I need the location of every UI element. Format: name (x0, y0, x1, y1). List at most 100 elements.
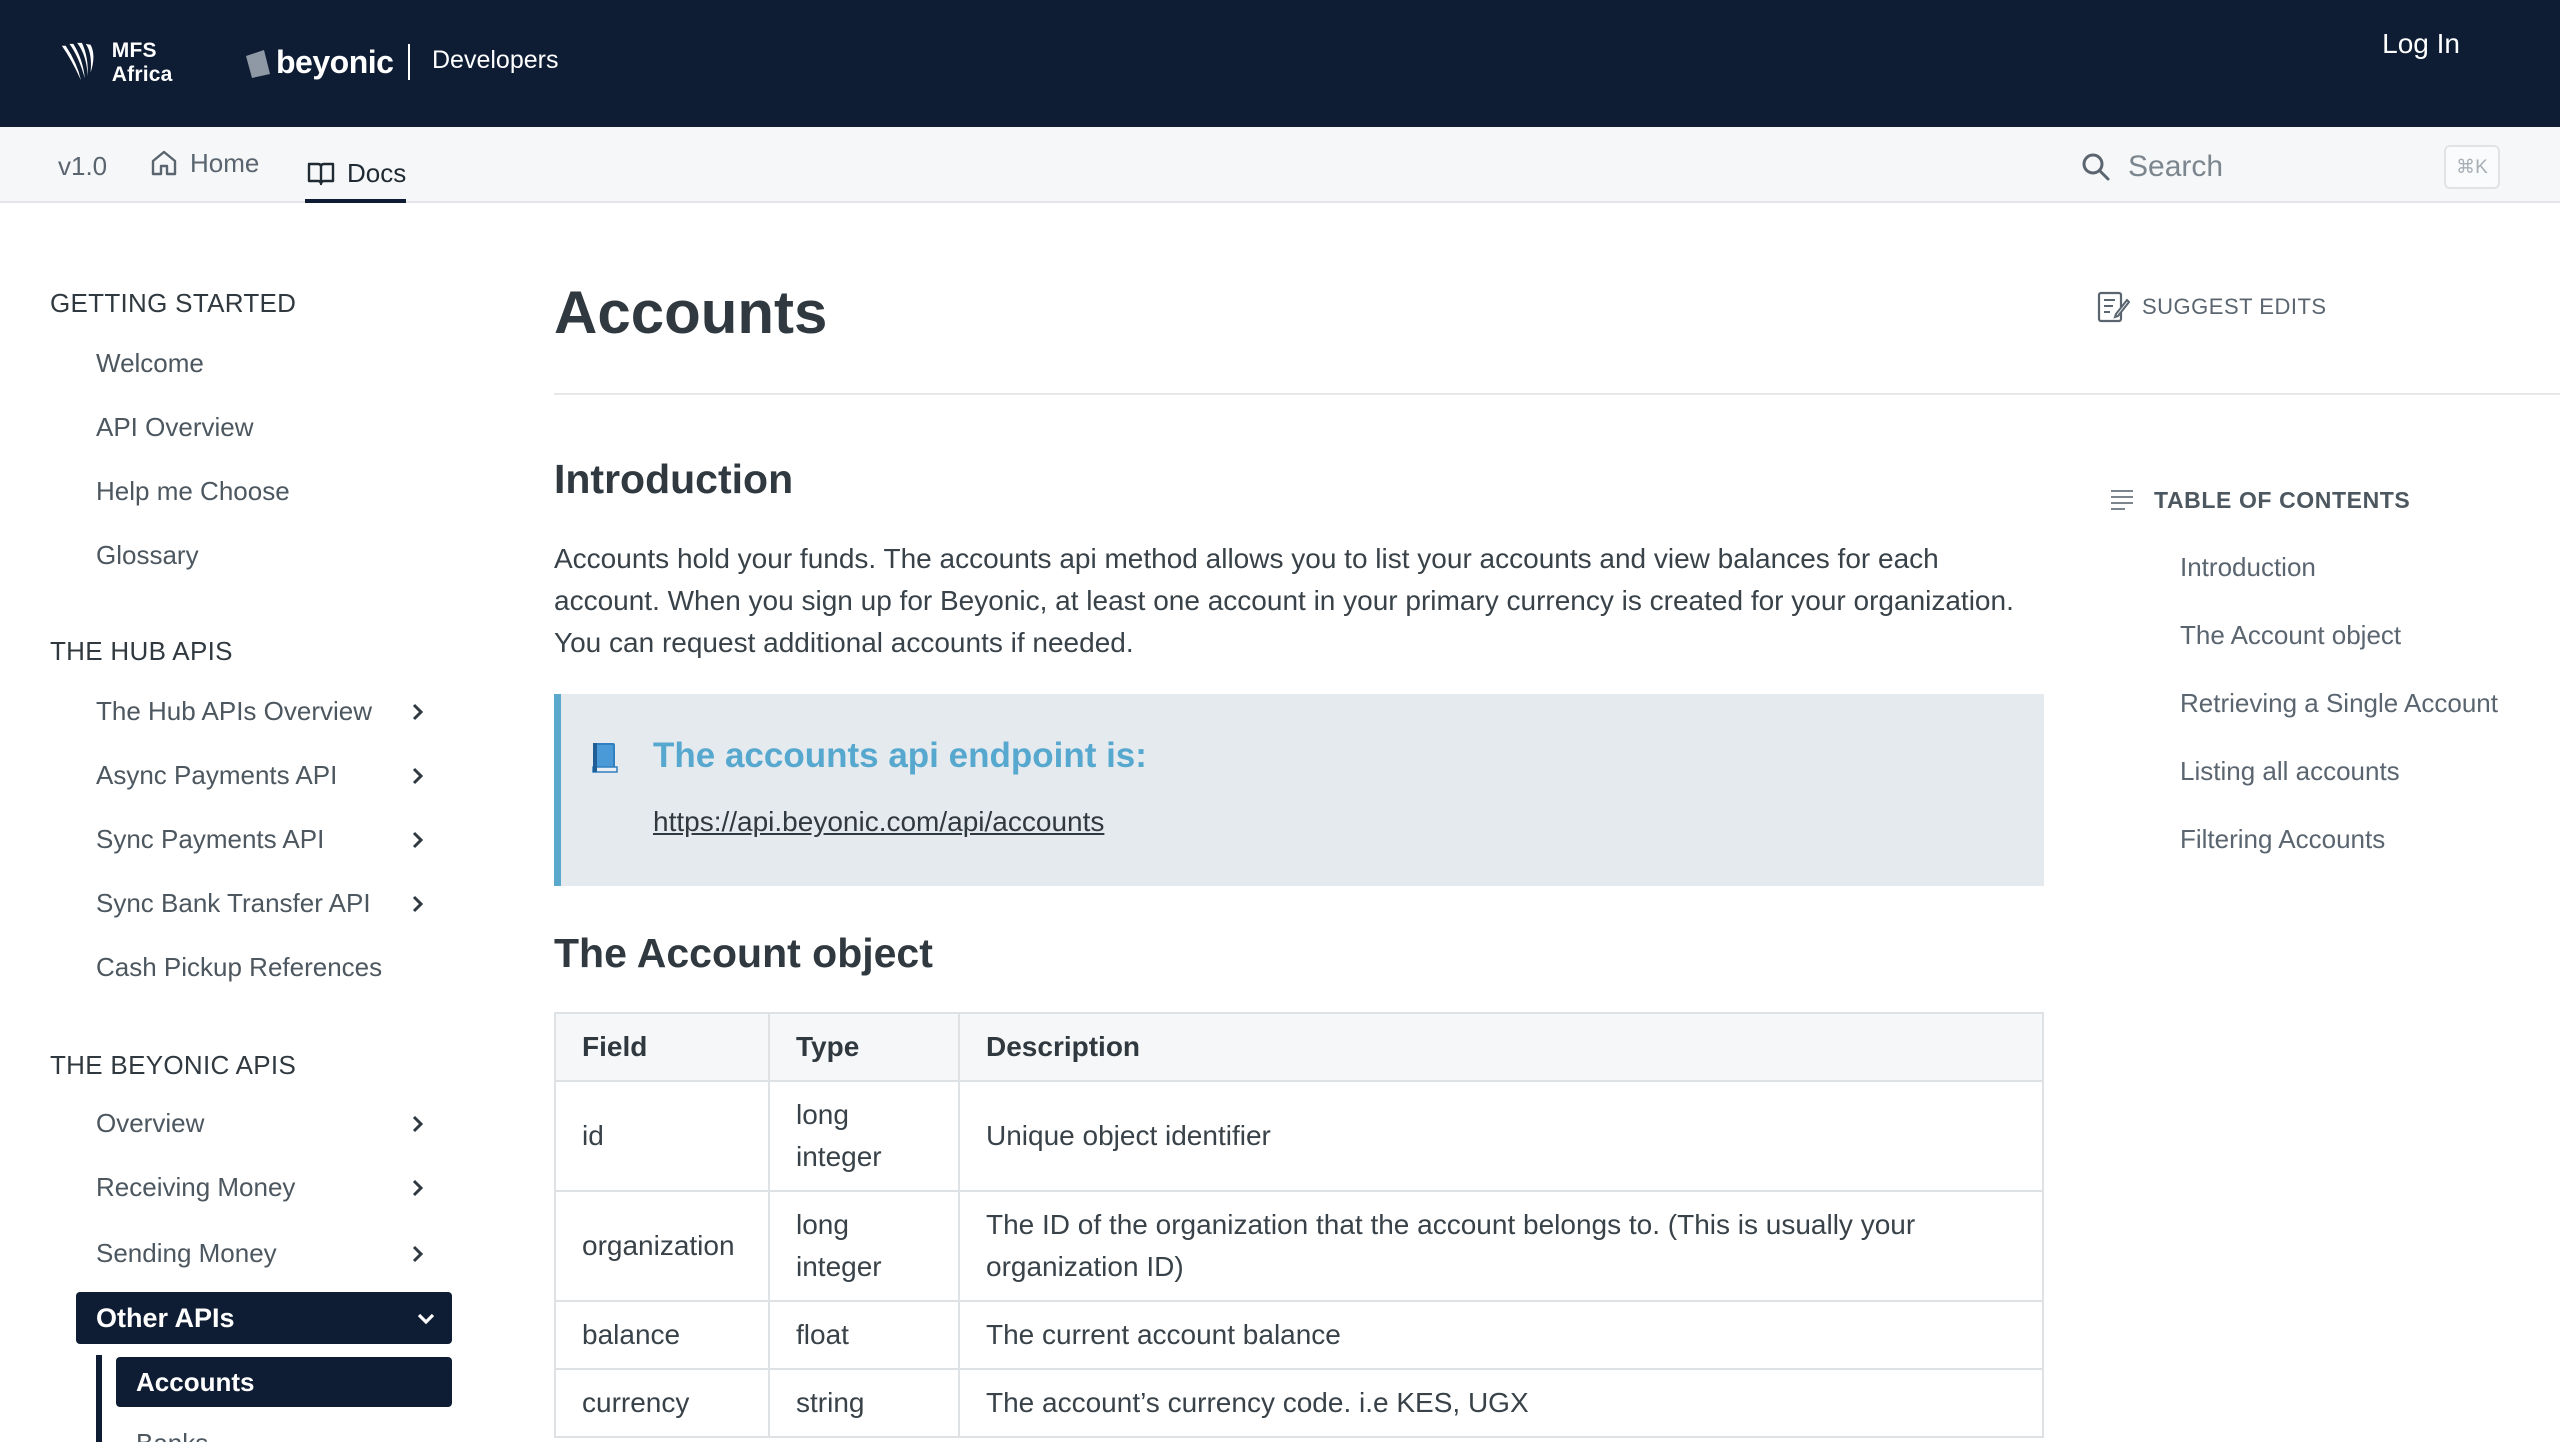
sidebar-item-accounts[interactable]: Accounts (116, 1357, 452, 1407)
beyonic-logo[interactable]: beyonic (244, 38, 394, 86)
chevron-right-icon (412, 831, 424, 848)
chevron-right-icon (412, 1179, 424, 1196)
table-cell: Unique object identifier (958, 1080, 2044, 1192)
beyonic-mark-icon (246, 50, 270, 78)
nav-docs-tab[interactable]: Docs (305, 147, 407, 203)
column-header-description: Description (958, 1012, 2044, 1082)
search-bar[interactable]: Search ⌘K (2080, 145, 2500, 189)
column-header-type: Type (768, 1012, 960, 1082)
toc-item-introduction[interactable]: Introduction (2180, 552, 2316, 583)
sidebar-item-label: Cash Pickup References (96, 952, 383, 982)
table-cell: The current account balance (958, 1300, 2044, 1370)
toc-item-filtering-accounts[interactable]: Filtering Accounts (2180, 824, 2385, 855)
sidebar-item-cash-pickup-references[interactable]: Cash Pickup References (96, 952, 436, 983)
nav-home-link[interactable]: Home (148, 147, 259, 179)
nav-docs-label: Docs (347, 157, 407, 188)
toc-item-retrieving-single-account[interactable]: Retrieving a Single Account (2180, 688, 2498, 719)
chevron-right-icon (412, 703, 424, 720)
page-title: Accounts (554, 279, 828, 346)
sidebar-item-help-me-choose[interactable]: Help me Choose (96, 476, 436, 507)
toc-item-listing-all-accounts[interactable]: Listing all accounts (2180, 756, 2400, 787)
suggest-edits-button[interactable]: SUGGEST EDITS (2096, 290, 2327, 324)
chevron-right-icon (412, 767, 424, 784)
sidebar-item-label: Accounts (136, 1366, 255, 1397)
sidebar-item-sync-bank-transfer-api[interactable]: Sync Bank Transfer API (96, 888, 436, 919)
sidebar-item-label: Glossary (96, 540, 199, 570)
list-icon (2111, 490, 2133, 510)
table-cell: The ID of the organization that the acco… (958, 1190, 2044, 1302)
suggest-edits-label: SUGGEST EDITS (2142, 294, 2327, 319)
sidebar-item-welcome[interactable]: Welcome (96, 348, 436, 379)
sidebar-item-label: Overview (96, 1108, 205, 1138)
sidebar-item-sync-payments-api[interactable]: Sync Payments API (96, 824, 436, 855)
sidebar-item-label: Help me Choose (96, 476, 290, 506)
sidebar-item-async-payments-api[interactable]: Async Payments API (96, 760, 436, 791)
table-row: balance float The current account balanc… (554, 1300, 2044, 1370)
table-cell: float (768, 1300, 960, 1370)
account-fields-table: Field Type Description id long integer U… (554, 1012, 2044, 1438)
table-row: id long integer Unique object identifier (554, 1080, 2044, 1192)
sidebar-item-label: Sync Payments API (96, 824, 325, 854)
table-row: currency string The account’s currency c… (554, 1368, 2044, 1438)
sidebar-group-label: Other APIs (96, 1302, 235, 1333)
sidebar-item-hub-apis-overview[interactable]: The Hub APIs Overview (96, 696, 436, 727)
sidebar-item-label: Sending Money (96, 1238, 277, 1268)
table-cell: string (768, 1368, 960, 1438)
callout-title: The accounts api endpoint is: (653, 736, 1147, 775)
toc-heading: TABLE OF CONTENTS (2108, 486, 2410, 514)
edit-document-icon (2097, 291, 2130, 323)
endpoint-url-link[interactable]: https://api.beyonic.com/api/accounts (653, 806, 1104, 838)
nav-home-label: Home (190, 147, 260, 178)
sidebar-item-receiving-money[interactable]: Receiving Money (96, 1172, 436, 1203)
table-header-row: Field Type Description (554, 1012, 2044, 1082)
table-cell: long integer (768, 1190, 960, 1302)
table-cell: currency (554, 1368, 770, 1438)
column-header-field: Field (554, 1012, 770, 1082)
sidebar-item-sending-money[interactable]: Sending Money (96, 1238, 436, 1269)
sidebar-item-label: Async Payments API (96, 760, 338, 790)
sidebar-item-overview[interactable]: Overview (96, 1108, 436, 1139)
login-button[interactable]: Log In (2382, 28, 2460, 60)
table-cell: balance (554, 1300, 770, 1370)
sidebar-heading-hub-apis: THE HUB APIS (50, 636, 233, 666)
chevron-right-icon (412, 895, 424, 912)
mfs-africa-wordmark: MFS Africa (111, 39, 173, 86)
toc-item-account-object[interactable]: The Account object (2180, 620, 2401, 651)
sidebar-item-label: The Hub APIs Overview (96, 696, 372, 726)
search-placeholder: Search (2128, 150, 2224, 183)
blue-book-icon (589, 740, 621, 774)
title-divider (554, 393, 2560, 395)
sidebar-item-banks[interactable]: Banks (136, 1428, 208, 1442)
beyonic-wordmark: beyonic (276, 43, 394, 80)
sidebar-item-glossary[interactable]: Glossary (96, 540, 436, 571)
table-cell: id (554, 1080, 770, 1192)
introduction-paragraph: Accounts hold your funds. The accounts a… (554, 543, 2014, 658)
table-row: organization long integer The ID of the … (554, 1190, 2044, 1302)
table-cell: The account’s currency code. i.e KES, UG… (958, 1368, 2044, 1438)
table-cell: organization (554, 1190, 770, 1302)
search-icon (2082, 153, 2110, 181)
sidebar-heading-getting-started: GETTING STARTED (50, 288, 297, 318)
version-selector[interactable]: v1.0 (58, 151, 107, 182)
table-cell: long integer (768, 1080, 960, 1192)
top-header: MFS Africa beyonic Developers Log In (0, 0, 2560, 127)
developers-label[interactable]: Developers (432, 46, 558, 75)
sidebar-item-label: Receiving Money (96, 1172, 296, 1202)
mfs-wing-icon (61, 42, 94, 81)
introduction-heading: Introduction (554, 456, 794, 502)
sidebar-item-label: Sync Bank Transfer API (96, 888, 371, 918)
home-icon (151, 150, 177, 176)
sidebar-subtree-rail (96, 1355, 102, 1442)
chevron-right-icon (412, 1245, 424, 1262)
sidebar-heading-beyonic-apis: THE BEYONIC APIS (50, 1050, 297, 1080)
search-shortcut-badge: ⌘K (2444, 145, 2500, 189)
mfs-africa-logo[interactable]: MFS Africa (58, 38, 218, 88)
sidebar-item-label: API Overview (96, 412, 254, 442)
sidebar-item-api-overview[interactable]: API Overview (96, 412, 436, 443)
toc-heading-label: TABLE OF CONTENTS (2154, 486, 2411, 513)
sidebar-group-other-apis[interactable]: Other APIs (76, 1292, 452, 1344)
chevron-down-icon (417, 1313, 435, 1325)
sub-navigation: v1.0 Home Docs Search ⌘K (0, 127, 2560, 203)
sidebar-item-label: Welcome (96, 348, 204, 378)
chevron-right-icon (412, 1115, 424, 1132)
